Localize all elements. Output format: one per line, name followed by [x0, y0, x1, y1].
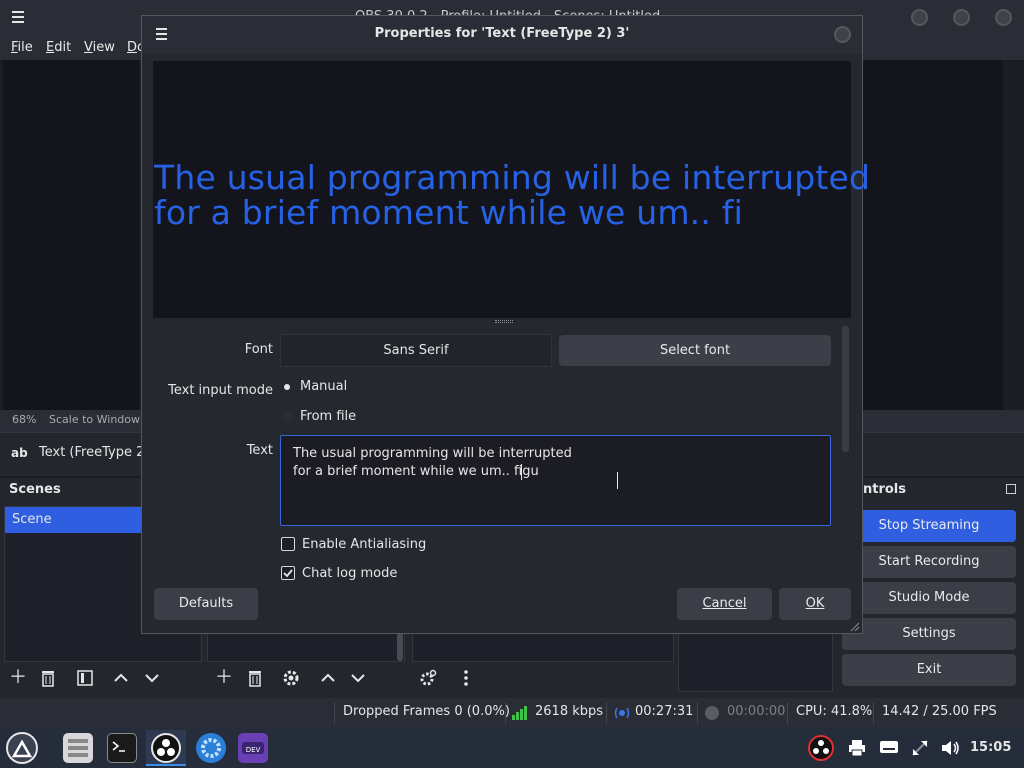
- text-label: Text: [246, 443, 273, 458]
- app-icon-purple[interactable]: DEV: [238, 733, 268, 763]
- move-source-up-icon[interactable]: [319, 669, 337, 687]
- antialiasing-label[interactable]: Enable Antialiasing: [302, 537, 426, 552]
- controls-dock-header: ntrols: [863, 482, 907, 497]
- move-source-down-icon[interactable]: [349, 669, 367, 687]
- dropped-frames: Dropped Frames 0 (0.0%): [343, 704, 510, 719]
- undock-icon[interactable]: [1006, 484, 1016, 494]
- keyboard-icon[interactable]: [880, 740, 898, 754]
- fps-readout: 14.42 / 25.00 FPS: [882, 704, 997, 719]
- remove-scene-icon[interactable]: [39, 669, 57, 687]
- volume-icon[interactable]: [940, 739, 960, 757]
- sources-scrollbar[interactable]: [397, 633, 403, 661]
- text-caret: [521, 464, 522, 480]
- text-source-preview: The usual programming will be interrupte…: [153, 61, 870, 318]
- settings-button[interactable]: Settings: [842, 618, 1016, 650]
- status-separator: [606, 702, 607, 724]
- splitter-handle[interactable]: [495, 320, 513, 323]
- text-input-line: for a brief moment while we um.. figu: [293, 464, 539, 479]
- select-font-button[interactable]: Select font: [559, 335, 831, 366]
- menu-file[interactable]: File: [11, 40, 33, 55]
- app-launcher-icon[interactable]: [6, 732, 38, 764]
- dialog-titlebar: Properties for 'Text (FreeType 2) 3': [142, 16, 862, 54]
- ok-button[interactable]: OK: [779, 588, 851, 620]
- preview-text-line: The usual programming will be interrupte…: [154, 158, 871, 197]
- font-value: Sans Serif: [280, 334, 552, 367]
- zoom-level: 68%: [12, 413, 37, 426]
- status-separator: [697, 702, 698, 724]
- obs-icon: [151, 733, 181, 763]
- network-icon[interactable]: [911, 739, 929, 757]
- terminal-icon[interactable]: [107, 733, 137, 763]
- manual-radio[interactable]: [284, 384, 290, 390]
- record-icon: [705, 706, 719, 720]
- menu-view[interactable]: View: [84, 40, 115, 55]
- remove-source-icon[interactable]: [246, 669, 264, 687]
- antialiasing-checkbox[interactable]: [281, 537, 295, 551]
- hamburger-menu-icon[interactable]: [12, 10, 26, 24]
- from-file-radio-label[interactable]: From file: [300, 409, 356, 424]
- printer-icon[interactable]: [848, 739, 866, 757]
- chat-log-mode-checkbox[interactable]: [281, 566, 295, 580]
- audio-more-menu-icon[interactable]: [457, 669, 475, 687]
- stream-time: 00:27:31: [635, 704, 694, 719]
- scale-mode-label[interactable]: Scale to Window: [49, 413, 140, 426]
- bitrate: 2618 kbps: [535, 704, 604, 719]
- main-preview-area-right[interactable]: [863, 60, 1003, 410]
- svg-text:DEV: DEV: [246, 746, 261, 754]
- ibeam-cursor-icon: [617, 472, 618, 489]
- audio-settings-gear-icon[interactable]: [419, 669, 437, 687]
- main-preview-area[interactable]: [3, 60, 139, 410]
- status-separator: [505, 702, 506, 724]
- text-source-icon: ab: [11, 446, 28, 460]
- exit-button[interactable]: Exit: [842, 654, 1016, 686]
- signal-bars-icon: [512, 706, 528, 720]
- add-scene-icon[interactable]: ＋: [6, 666, 30, 690]
- settings-app-icon[interactable]: [196, 733, 226, 763]
- status-separator: [334, 702, 335, 724]
- cpu-usage: CPU: 41.8%: [796, 704, 873, 719]
- studio-mode-button[interactable]: Studio Mode: [842, 582, 1016, 614]
- scenes-dock-header: Scenes: [9, 482, 61, 497]
- status-bar: Dropped Frames 0 (0.0%) 2618 kbps 00:27:…: [0, 698, 1024, 728]
- move-scene-up-icon[interactable]: [112, 669, 130, 687]
- chat-log-mode-label[interactable]: Chat log mode: [302, 566, 397, 581]
- file-manager-icon[interactable]: [63, 733, 93, 763]
- scene-filters-icon[interactable]: [76, 669, 94, 687]
- source-properties-gear-icon[interactable]: [282, 669, 300, 687]
- font-label: Font: [244, 342, 273, 357]
- minimize-icon[interactable]: [911, 9, 928, 26]
- defaults-button[interactable]: Defaults: [154, 588, 258, 620]
- manual-radio-label[interactable]: Manual: [300, 379, 347, 394]
- status-separator: [873, 702, 874, 724]
- move-scene-down-icon[interactable]: [143, 669, 161, 687]
- scene-item-label: Scene: [12, 512, 52, 527]
- start-recording-button[interactable]: Start Recording: [842, 546, 1016, 578]
- source-name: Text (FreeType 2): [39, 445, 150, 460]
- menu-edit[interactable]: Edit: [46, 40, 71, 55]
- close-icon[interactable]: [995, 9, 1012, 26]
- properties-dialog: Properties for 'Text (FreeType 2) 3' The…: [141, 15, 870, 634]
- add-source-icon[interactable]: ＋: [212, 666, 236, 690]
- resize-grip-icon[interactable]: [850, 622, 860, 632]
- preview-text-line: for a brief moment while we um.. fi: [154, 193, 743, 232]
- stop-streaming-button[interactable]: Stop Streaming: [842, 510, 1016, 542]
- text-input-area[interactable]: The usual programming will be interrupte…: [280, 435, 831, 526]
- status-separator: [787, 702, 788, 724]
- scene-item-selected[interactable]: Scene: [5, 507, 141, 533]
- text-input-mode-label: Text input mode: [168, 383, 273, 398]
- text-input-line: The usual programming will be interrupte…: [293, 446, 572, 461]
- from-file-radio[interactable]: [283, 412, 293, 422]
- streaming-icon: [614, 706, 630, 720]
- maximize-icon[interactable]: [953, 9, 970, 26]
- cancel-button[interactable]: Cancel: [677, 588, 772, 620]
- properties-scrollbar[interactable]: [842, 326, 849, 452]
- clock: 15:05: [970, 740, 1012, 755]
- dialog-title: Properties for 'Text (FreeType 2) 3': [374, 26, 630, 41]
- obs-tray-icon[interactable]: [808, 735, 834, 761]
- record-time: 00:00:00: [727, 704, 786, 719]
- dialog-close-icon[interactable]: [834, 26, 851, 43]
